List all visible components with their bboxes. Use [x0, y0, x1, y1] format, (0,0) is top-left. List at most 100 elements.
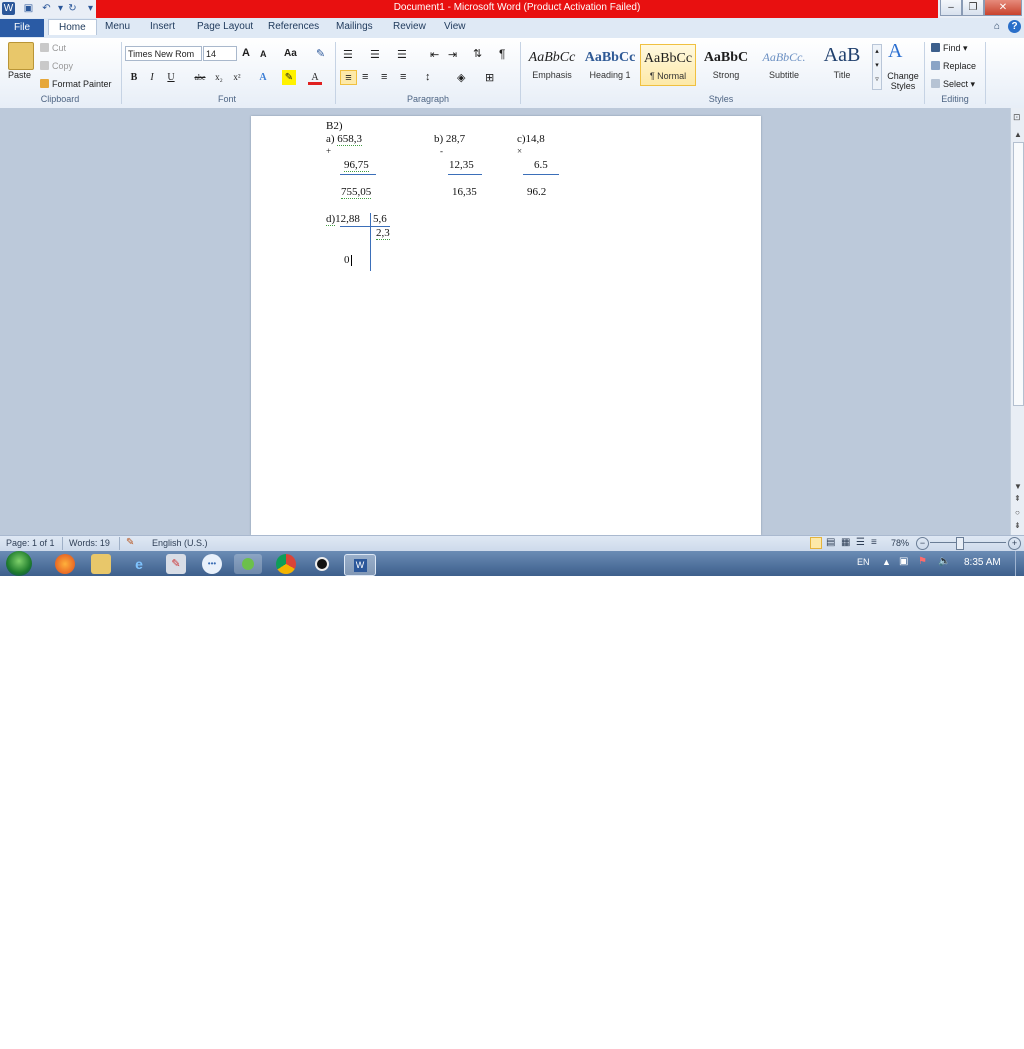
- restore-icon[interactable]: ❐: [962, 0, 984, 16]
- close-icon[interactable]: ✕: [984, 0, 1022, 16]
- numbering-icon[interactable]: ☰: [370, 48, 380, 61]
- vertical-scrollbar[interactable]: ⊡ ▲ ▼ ⇞ ○ ⇟: [1010, 108, 1024, 535]
- zoom-slider-thumb[interactable]: [956, 537, 964, 550]
- redo-icon[interactable]: ↻: [66, 2, 79, 15]
- print-layout-icon[interactable]: [810, 537, 822, 549]
- shrink-font-button[interactable]: A: [260, 49, 267, 59]
- start-orb[interactable]: [6, 551, 32, 576]
- paste-icon[interactable]: [8, 42, 34, 70]
- browse-object-icon[interactable]: ○: [1015, 508, 1020, 517]
- tab-references[interactable]: References: [268, 21, 319, 32]
- word-count[interactable]: Words: 19: [69, 538, 110, 548]
- cut-button[interactable]: Cut: [40, 43, 66, 53]
- input-language[interactable]: EN: [857, 557, 870, 567]
- minimize-ribbon-icon[interactable]: ⌂: [994, 21, 1000, 32]
- shading-icon[interactable]: ◈: [457, 71, 465, 84]
- styles-scroll-icon[interactable]: ▴ ▾ ▿: [872, 44, 882, 90]
- media-icon[interactable]: [234, 554, 262, 574]
- tab-menu[interactable]: Menu: [105, 21, 130, 32]
- page-count[interactable]: Page: 1 of 1: [6, 538, 55, 548]
- proofing-icon[interactable]: ✎: [126, 537, 134, 548]
- tab-insert[interactable]: Insert: [150, 21, 175, 32]
- grow-font-button[interactable]: A: [242, 47, 250, 59]
- font-family-select[interactable]: Times New Rom: [125, 46, 202, 61]
- style-heading-1[interactable]: AaBbCc Heading 1: [582, 44, 638, 86]
- word-icon[interactable]: W: [344, 554, 376, 576]
- style-title[interactable]: AaB Title: [814, 44, 870, 86]
- save-icon[interactable]: ▣: [22, 2, 35, 15]
- zoom-in-icon[interactable]: +: [1008, 537, 1021, 550]
- undo-icon[interactable]: ↶: [40, 2, 53, 15]
- minimize-icon[interactable]: –: [940, 0, 962, 16]
- scroll-up-icon[interactable]: ▲: [1014, 130, 1022, 139]
- tab-review[interactable]: Review: [393, 21, 426, 32]
- tab-file[interactable]: File: [0, 19, 44, 37]
- change-case-button[interactable]: Aa: [284, 48, 297, 59]
- zoom-slider[interactable]: [930, 542, 1006, 543]
- draft-icon[interactable]: ≡: [871, 537, 877, 548]
- chat-icon[interactable]: •••: [202, 554, 222, 574]
- help-icon[interactable]: ?: [1008, 20, 1021, 33]
- clock[interactable]: 8:35 AM: [964, 557, 1001, 568]
- show-hidden-icons-icon[interactable]: ▲: [882, 557, 891, 567]
- zoom-out-icon[interactable]: −: [916, 537, 929, 550]
- word-logo-icon[interactable]: W: [2, 2, 15, 15]
- firefox-icon[interactable]: [55, 554, 75, 574]
- bold-button[interactable]: B: [127, 70, 141, 85]
- underline-button[interactable]: U: [164, 70, 178, 85]
- line-spacing-icon[interactable]: ↕: [425, 71, 431, 83]
- web-layout-icon[interactable]: ▦: [841, 537, 850, 548]
- volume-icon[interactable]: 🔈: [938, 556, 950, 567]
- previous-page-icon[interactable]: ⇞: [1014, 494, 1021, 503]
- select-button[interactable]: Select ▾: [931, 79, 975, 90]
- language-indicator[interactable]: English (U.S.): [152, 538, 208, 548]
- superscript-button[interactable]: x²: [230, 70, 244, 85]
- italic-button[interactable]: I: [145, 70, 159, 85]
- network-icon[interactable]: ▣: [899, 556, 908, 567]
- copy-button[interactable]: Copy: [40, 61, 73, 71]
- font-color-icon[interactable]: A: [308, 70, 322, 85]
- full-screen-reading-icon[interactable]: ▤: [826, 537, 835, 548]
- find-button[interactable]: Find ▾: [931, 43, 968, 54]
- text-effects-icon[interactable]: A: [256, 70, 270, 85]
- outline-icon[interactable]: ☰: [856, 537, 865, 548]
- file-explorer-icon[interactable]: [91, 554, 111, 574]
- align-left-icon[interactable]: ≡: [340, 70, 357, 85]
- increase-indent-icon[interactable]: ⇥: [448, 48, 457, 61]
- tab-mailings[interactable]: Mailings: [336, 21, 373, 32]
- show-desktop-button[interactable]: [1015, 551, 1024, 576]
- highlight-color-icon[interactable]: ✎: [282, 70, 296, 85]
- scroll-thumb[interactable]: [1013, 142, 1024, 406]
- tab-page-layout[interactable]: Page Layout: [197, 21, 253, 32]
- font-size-select[interactable]: 14: [203, 46, 237, 61]
- clear-formatting-icon[interactable]: ✎: [316, 47, 325, 60]
- style-emphasis[interactable]: AaBbCc Emphasis: [524, 44, 580, 86]
- subscript-button[interactable]: x₂: [212, 70, 226, 85]
- paint-icon[interactable]: ✎: [166, 554, 186, 574]
- sort-icon[interactable]: ⇅: [473, 47, 482, 60]
- format-painter-button[interactable]: Format Painter: [40, 79, 112, 89]
- ruler-toggle-icon[interactable]: ⊡: [1013, 112, 1023, 122]
- align-center-icon[interactable]: ≡: [362, 71, 368, 83]
- bullets-icon[interactable]: ☰: [343, 48, 353, 61]
- paste-button[interactable]: Paste: [8, 70, 31, 80]
- decrease-indent-icon[interactable]: ⇤: [430, 48, 439, 61]
- style-normal[interactable]: AaBbCc ¶ Normal: [640, 44, 696, 86]
- tab-home[interactable]: Home: [48, 19, 97, 35]
- multilevel-list-icon[interactable]: ☰: [397, 48, 407, 61]
- pilcrow-icon[interactable]: ¶: [499, 47, 505, 61]
- align-right-icon[interactable]: ≡: [381, 71, 387, 83]
- action-center-icon[interactable]: ⚑: [918, 556, 927, 567]
- change-styles-icon[interactable]: A: [888, 40, 902, 63]
- change-styles-button[interactable]: Change Styles: [885, 71, 921, 91]
- scroll-down-icon[interactable]: ▼: [1014, 482, 1022, 491]
- replace-button[interactable]: Replace: [931, 61, 976, 71]
- record-icon[interactable]: [312, 554, 332, 574]
- document-page[interactable]: B2) a) 658,3 + 96,75 755,05 b) 28,7 - 12…: [251, 116, 761, 535]
- zoom-level[interactable]: 78%: [891, 538, 909, 548]
- justify-icon[interactable]: ≡: [400, 71, 406, 83]
- style-subtitle[interactable]: AaBbCc. Subtitle: [756, 44, 812, 86]
- internet-explorer-icon[interactable]: e: [129, 554, 149, 574]
- chrome-icon[interactable]: [276, 554, 296, 574]
- borders-icon[interactable]: ⊞: [485, 71, 494, 84]
